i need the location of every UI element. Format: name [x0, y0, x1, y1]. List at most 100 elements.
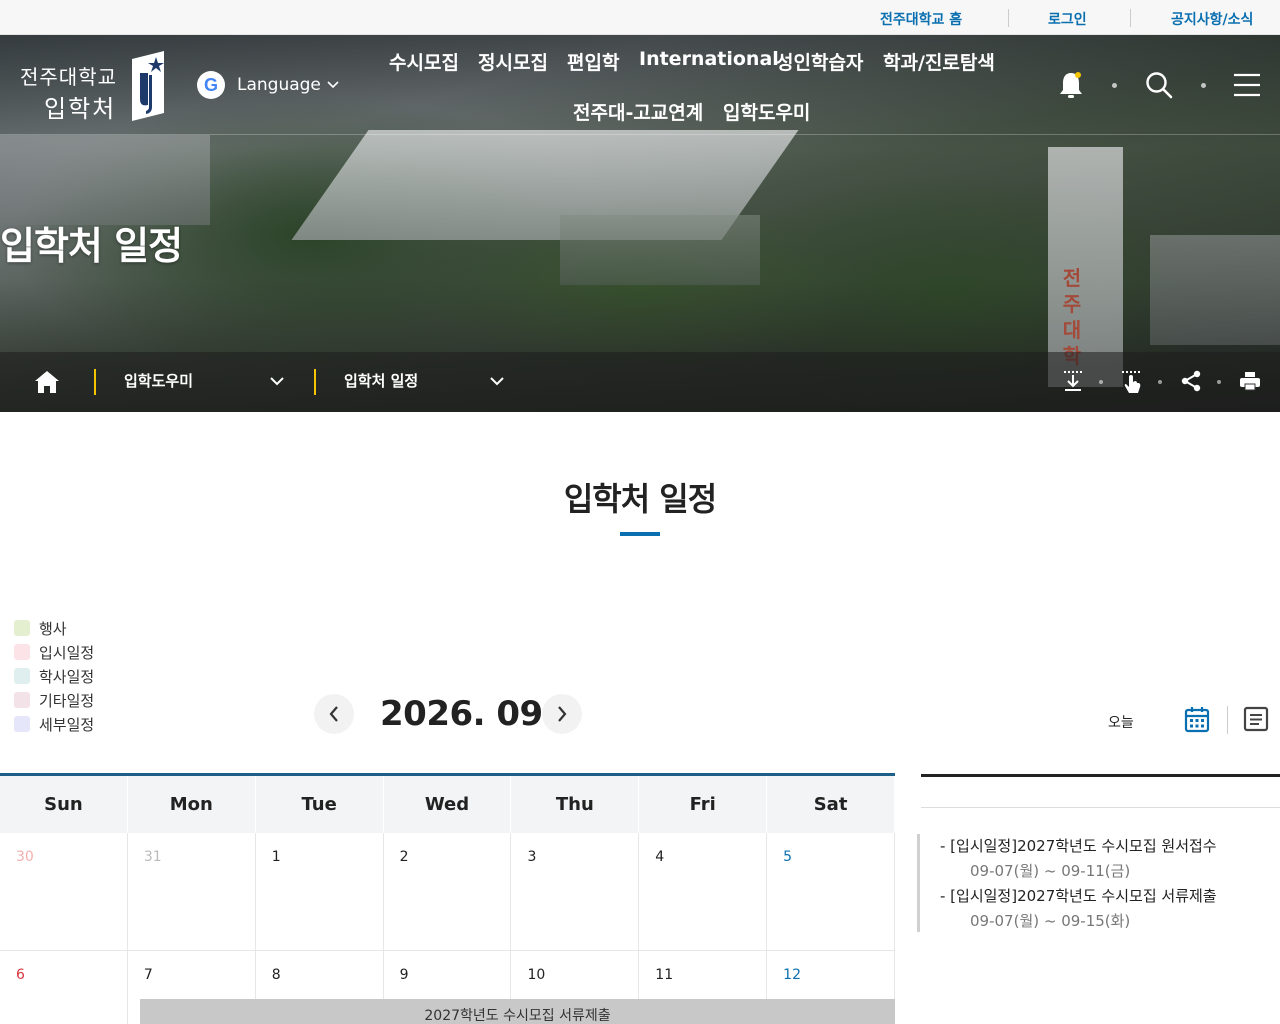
title-underline: [620, 532, 660, 536]
menu-early-admission[interactable]: 수시모집: [389, 48, 459, 75]
legend-swatch: [14, 692, 30, 708]
legend-label: 세부일정: [39, 715, 95, 734]
chevron-left-icon: [329, 706, 338, 722]
separator-dot: [1201, 82, 1206, 88]
menu-adult-learner[interactable]: 성인학습자: [776, 48, 863, 75]
event-date: 09-07(월) ~ 09-15(화): [970, 912, 1131, 930]
event-list-panel: - [입시일정]2027학년도 수시모집 원서접수 09-07(월) ~ 09-…: [917, 774, 1280, 932]
schedule-legend: 행사 입시일정 학사일정 기타일정 세부일정: [14, 616, 94, 736]
calendar-event-bar[interactable]: 2027학년도 수시모집 서류제출: [140, 999, 895, 1024]
legend-item: 행사: [14, 616, 94, 640]
chevron-right-icon: [558, 706, 567, 722]
campus-photo-part: [1150, 235, 1280, 345]
menu-admission-help[interactable]: 입학도우미: [723, 98, 810, 125]
legend-item: 입시일정: [14, 640, 94, 664]
chevron-down-icon: [327, 81, 339, 89]
logo-text-line1: 전주대학교: [20, 65, 117, 89]
global-navigation: 전주대학교 입학처 G Language 수시모집 정시모집 편입학 Inter…: [0, 35, 1280, 135]
legend-item: 학사일정: [14, 664, 94, 688]
legend-label: 기타일정: [39, 691, 95, 710]
campus-photo-tower: [1048, 147, 1123, 387]
event-title[interactable]: - [입시일정]2027학년도 수시모집 서류제출: [940, 884, 1280, 909]
login-link[interactable]: 로그인: [1048, 9, 1087, 29]
menu-major-explore[interactable]: 학과/진로탐색: [883, 48, 995, 75]
separator-dot: [1217, 380, 1221, 384]
chevron-down-icon[interactable]: [490, 370, 504, 394]
legend-item: 기타일정: [14, 688, 94, 712]
weekday-sun: Sun: [0, 776, 128, 833]
share-icon[interactable]: [1180, 369, 1202, 393]
calendar-day[interactable]: 30: [0, 833, 128, 950]
calendar-week: 6 7 8 9 10 11 12 2027학년도 수시모집 서류제출: [0, 951, 896, 1024]
logo-text-line2: 입학처: [44, 95, 117, 123]
separator-dot: [1158, 380, 1162, 384]
legend-swatch: [14, 620, 30, 636]
calendar-day[interactable]: 5: [767, 833, 896, 950]
breadcrumb-level1[interactable]: 입학도우미: [124, 370, 193, 391]
menu-regular-admission[interactable]: 정시모집: [478, 48, 548, 75]
current-month: 2026. 09: [380, 694, 543, 734]
touch-hand-icon[interactable]: [1120, 369, 1144, 395]
calendar-day[interactable]: 31: [128, 833, 256, 950]
calendar-day[interactable]: 2: [384, 833, 512, 950]
search-icon[interactable]: [1145, 71, 1173, 99]
legend-swatch: [14, 644, 30, 660]
calendar-day[interactable]: 1: [256, 833, 384, 950]
separator-dot: [1099, 380, 1103, 384]
download-icon[interactable]: [1062, 369, 1084, 393]
legend-item: 세부일정: [14, 712, 94, 736]
notice-link[interactable]: 공지사항/소식: [1171, 9, 1253, 29]
legend-label: 학사일정: [39, 667, 95, 686]
menu-international[interactable]: International: [639, 48, 779, 70]
panel-divider: [921, 807, 1280, 808]
today-button[interactable]: 오늘: [1108, 712, 1134, 732]
prev-month-button[interactable]: [314, 694, 354, 734]
legend-label: 입시일정: [39, 643, 95, 662]
panel-top-border: [921, 774, 1280, 777]
header-actions: [1058, 65, 1260, 105]
view-toggle-divider: [1227, 706, 1228, 734]
weekday-header: Sun Mon Tue Wed Thu Fri Sat: [0, 773, 896, 833]
calendar-view-icon[interactable]: [1184, 705, 1210, 733]
legend-swatch: [14, 716, 30, 732]
divider: [1130, 9, 1131, 27]
chevron-down-icon[interactable]: [270, 370, 284, 394]
separator-dot: [1112, 82, 1117, 88]
breadcrumb-level2[interactable]: 입학처 일정: [344, 370, 418, 391]
next-month-button[interactable]: [542, 694, 582, 734]
language-label: Language: [237, 75, 321, 95]
home-icon[interactable]: [34, 370, 60, 394]
legend-label: 행사: [39, 619, 67, 638]
breadcrumb: 입학도우미 입학처 일정: [0, 352, 1280, 412]
weekday-thu: Thu: [511, 776, 640, 833]
calendar-day[interactable]: 6: [0, 951, 128, 1024]
university-home-link[interactable]: 전주대학교 홈: [880, 9, 962, 29]
monthly-calendar: Sun Mon Tue Wed Thu Fri Sat 30 31 1 2 3 …: [0, 773, 896, 1024]
event-title[interactable]: - [입시일정]2027학년도 수시모집 원서접수: [940, 834, 1280, 859]
weekday-tue: Tue: [256, 776, 384, 833]
breadcrumb-divider: [314, 369, 316, 395]
google-icon: G: [197, 71, 225, 99]
print-icon[interactable]: [1239, 369, 1261, 393]
campus-photo-part: [560, 215, 760, 285]
weekday-wed: Wed: [384, 776, 512, 833]
weekday-sat: Sat: [767, 776, 896, 833]
hero-banner: 전주대학 전주대학교 입학처 G Language 수시모집 정시모집 편입학 …: [0, 35, 1280, 412]
list-view-icon[interactable]: [1243, 705, 1269, 733]
campus-photo-part: [0, 135, 210, 225]
calendar-week: 30 31 1 2 3 4 5: [0, 833, 896, 951]
legend-swatch: [14, 668, 30, 684]
bell-icon[interactable]: [1058, 70, 1084, 100]
university-logo[interactable]: 전주대학교 입학처: [18, 51, 168, 123]
divider: [1008, 9, 1009, 27]
language-selector[interactable]: G Language: [197, 69, 339, 101]
calendar-day[interactable]: 4: [639, 833, 768, 950]
menu-highschool-link[interactable]: 전주대-고교연계: [573, 98, 703, 125]
calendar-day[interactable]: 3: [511, 833, 640, 950]
event-list: - [입시일정]2027학년도 수시모집 원서접수 09-07(월) ~ 09-…: [917, 834, 1280, 932]
page-title: 입학처 일정: [563, 480, 717, 518]
event-date: 09-07(월) ~ 09-11(금): [970, 862, 1131, 880]
menu-transfer[interactable]: 편입학: [567, 48, 619, 75]
breadcrumb-divider: [94, 369, 96, 395]
hamburger-menu-icon[interactable]: [1234, 72, 1260, 98]
